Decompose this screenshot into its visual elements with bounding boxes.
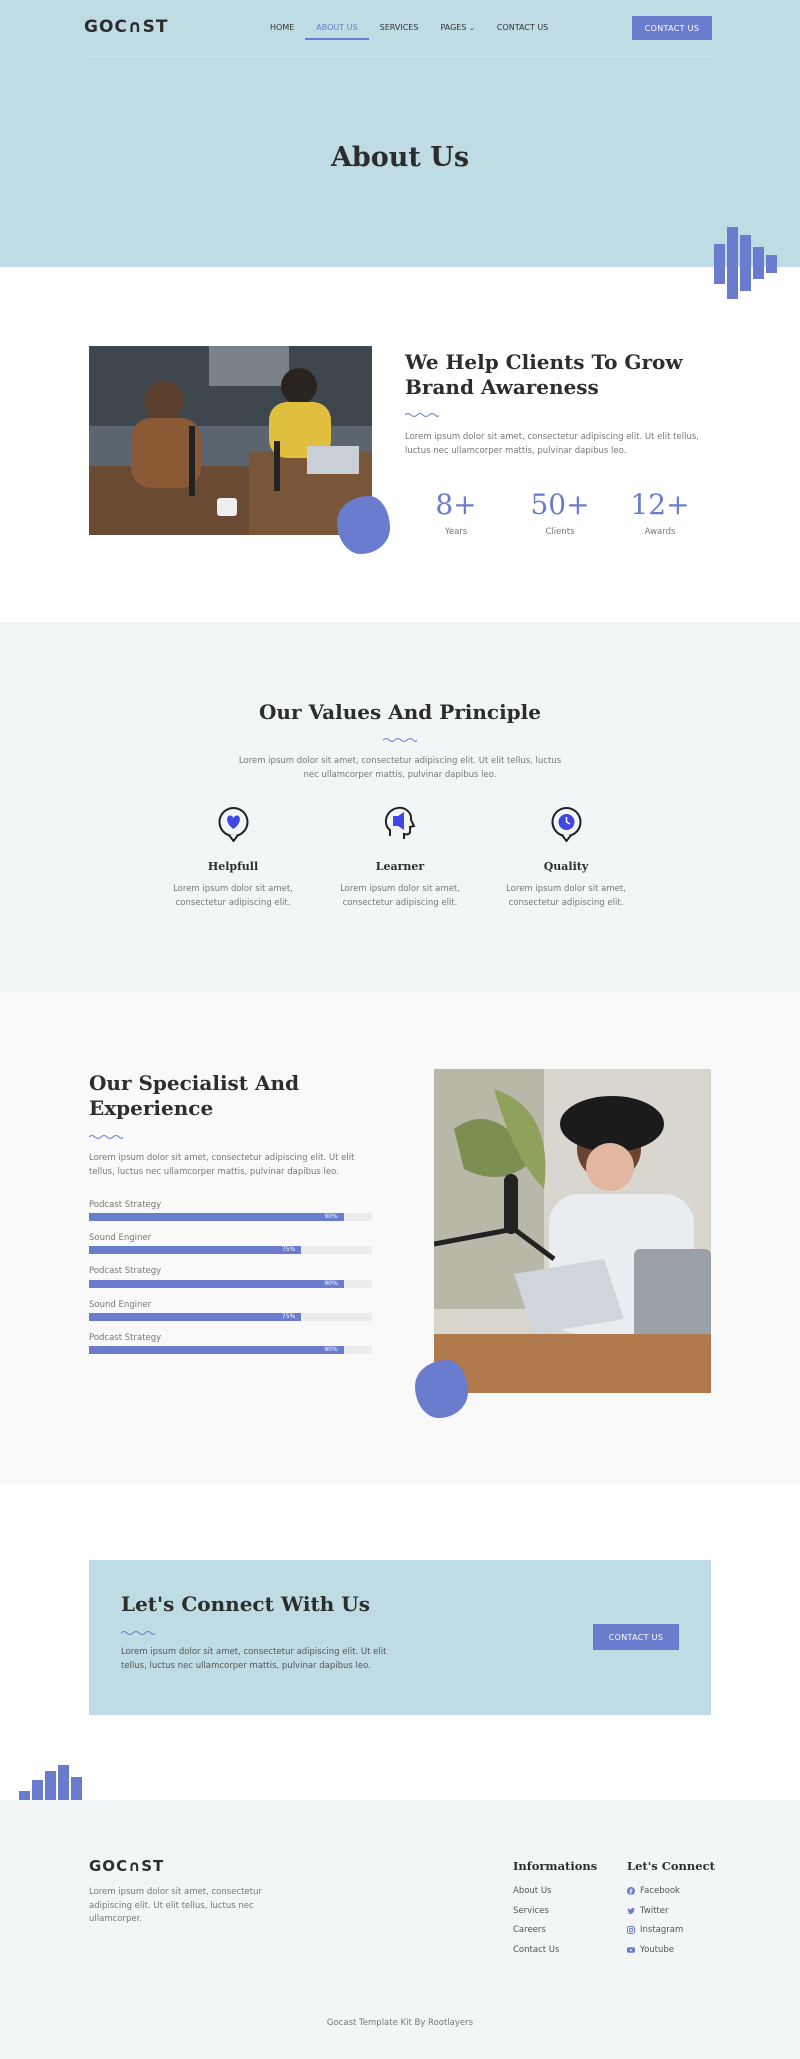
copyright: Gocast Template Kit By Rootlayers — [326, 2018, 474, 2028]
instagram-icon — [627, 1926, 635, 1934]
footer-connect-title: Let's Connect — [627, 1859, 715, 1873]
about-text: Lorem ipsum dolor sit amet, consectetur … — [405, 432, 699, 456]
skill-label: Sound Enginer — [89, 1233, 152, 1243]
about-title: We Help Clients To Grow Brand Awareness — [405, 350, 683, 399]
skill-progress-bar: 90% — [89, 1213, 372, 1221]
skill-label: Sound Enginer — [89, 1300, 152, 1310]
stat-years-label: Years — [444, 527, 468, 537]
footer-link-instagram[interactable]: Instagram — [627, 1925, 683, 1935]
footer-link-about-us[interactable]: About Us — [513, 1886, 551, 1896]
chevron-down-icon: ⌄ — [468, 24, 475, 32]
stat-awards-label: Awards — [644, 527, 676, 537]
value-quality-title: Quality — [543, 860, 589, 873]
nav-pages-label: PAGES — [440, 23, 467, 32]
nav-pages[interactable]: PAGES ⌄ — [429, 22, 485, 40]
clock-chat-icon — [551, 807, 582, 842]
footer-link-twitter[interactable]: Twitter — [627, 1906, 669, 1916]
specialist-title: Our Specialist And Experience — [89, 1071, 300, 1120]
head-speaker-icon — [384, 806, 416, 839]
value-learner-title: Learner — [375, 860, 425, 873]
skill-progress-fill: 75% — [89, 1313, 302, 1321]
page-title: About Us — [330, 142, 470, 173]
values-text: Lorem ipsum dolor sit amet, consectetur … — [238, 756, 562, 780]
value-helpfull-title: Helpfull — [207, 860, 259, 873]
nav-services[interactable]: SERVICES — [369, 22, 430, 40]
value-helpfull-text: Lorem ipsum dolor sit amet, consectetur … — [173, 884, 293, 908]
skill-progress-fill: 75% — [89, 1246, 302, 1254]
skill-label: Podcast Strategy — [89, 1200, 162, 1210]
skill-percent: 90% — [324, 1280, 338, 1287]
nav-home[interactable]: HOME — [259, 22, 305, 40]
skill-progress-fill: 90% — [89, 1280, 344, 1288]
footer-link-careers[interactable]: Careers — [513, 1925, 546, 1935]
skill-progress-fill: 90% — [89, 1213, 344, 1221]
skill-percent: 90% — [324, 1213, 338, 1220]
skill-progress-fill: 90% — [89, 1346, 344, 1354]
podcaster-woman-image — [434, 1069, 711, 1393]
squiggle-divider — [405, 413, 439, 417]
skill-progress-bar: 90% — [89, 1280, 372, 1288]
sound-bars-decoration — [714, 227, 784, 299]
values-title: Our Values And Principle — [259, 700, 541, 724]
connect-title: Let's Connect With Us — [121, 1592, 370, 1616]
skill-percent: 75% — [281, 1246, 296, 1253]
main-nav: HOME ABOUT US SERVICES PAGES ⌄ CONTACT U… — [259, 22, 559, 40]
squiggle-divider — [89, 1135, 123, 1139]
stat-years-value: 8+ — [435, 488, 477, 521]
footer-logo[interactable]: GOC∩ST — [89, 1857, 164, 1875]
stat-clients-value: 50+ — [530, 488, 590, 521]
nav-about-us[interactable]: ABOUT US — [305, 22, 369, 40]
squiggle-divider — [121, 1631, 155, 1635]
skill-label: Podcast Strategy — [89, 1333, 162, 1343]
heart-chat-icon — [218, 807, 249, 842]
specialist-text: Lorem ipsum dolor sit amet, consectetur … — [89, 1153, 355, 1177]
podcast-studio-image — [89, 346, 372, 535]
squiggle-divider — [383, 738, 417, 742]
skill-percent: 90% — [324, 1346, 338, 1353]
twitter-icon — [627, 1907, 635, 1914]
connect-contact-button[interactable]: CONTACT US — [593, 1624, 679, 1650]
header-divider — [84, 56, 712, 57]
stat-clients-label: Clients — [545, 527, 575, 537]
value-learner-text: Lorem ipsum dolor sit amet, consectetur … — [340, 884, 460, 908]
youtube-icon — [627, 1947, 635, 1953]
skill-label: Podcast Strategy — [89, 1266, 162, 1276]
stat-awards-value: 12+ — [630, 488, 690, 521]
facebook-icon — [627, 1887, 635, 1895]
footer-link-contact-us[interactable]: Contact Us — [513, 1945, 559, 1955]
blob-decoration — [415, 1360, 468, 1418]
footer-link-youtube[interactable]: Youtube — [627, 1945, 674, 1955]
blob-decoration — [337, 496, 390, 554]
value-quality-text: Lorem ipsum dolor sit amet, consectetur … — [506, 884, 626, 908]
logo[interactable]: GOC∩ST — [84, 17, 169, 37]
nav-contact-us[interactable]: CONTACT US — [486, 22, 559, 40]
footer-link-facebook[interactable]: Facebook — [627, 1886, 680, 1896]
connect-text: Lorem ipsum dolor sit amet, consectetur … — [121, 1647, 387, 1671]
skill-percent: 75% — [281, 1313, 296, 1320]
footer-text: Lorem ipsum dolor sit amet, consectetur … — [89, 1887, 262, 1925]
hero-banner — [0, 0, 800, 267]
skill-progress-bar: 75% — [89, 1246, 372, 1254]
header-contact-button[interactable]: CONTACT US — [632, 16, 712, 40]
footer-info-title: Informations — [513, 1859, 598, 1873]
skill-progress-bar: 90% — [89, 1346, 372, 1354]
skill-progress-bar: 75% — [89, 1313, 372, 1321]
footer-link-services[interactable]: Services — [513, 1906, 549, 1916]
